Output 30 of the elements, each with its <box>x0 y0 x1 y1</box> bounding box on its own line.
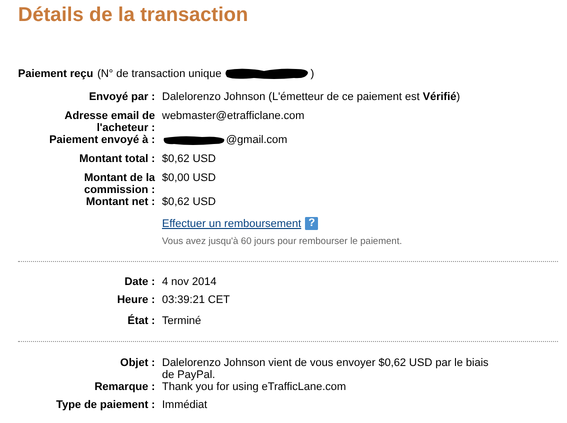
page-title: Détails de la transaction <box>18 3 250 28</box>
field-value: 4 nov 2014 <box>162 276 216 288</box>
field-value: 03:39:21 CET <box>162 294 230 306</box>
refund-link[interactable]: Effectuer un remboursement <box>162 218 302 230</box>
field-label: Heure : <box>116 294 155 306</box>
field-label: Date : <box>123 276 155 288</box>
field-label: Type de paiement : <box>55 399 155 411</box>
section-heading: Paiement reçu <box>18 67 94 81</box>
field-label: Remarque : <box>93 381 155 393</box>
field-label: Montant de la commission : <box>83 172 155 196</box>
field-label: Envoyé par : <box>88 91 155 103</box>
field-label: Objet : <box>119 357 155 371</box>
field-label: État : <box>126 315 155 327</box>
field-label: Adresse email de l'acheteur : <box>64 110 155 134</box>
field-value: webmaster@etrafficlane.com <box>162 110 304 122</box>
field-value: Immédiat <box>162 399 208 411</box>
refund-note: Vous avez jusqu'à 60 jours pour rembourser le paiement. <box>162 236 403 247</box>
transaction-id-label: (N° de transaction unique <box>97 67 222 81</box>
field-label: Montant total : <box>78 153 155 165</box>
field-value: $0,62 USD <box>162 153 216 165</box>
field-label: Paiement envoyé à : <box>48 134 155 146</box>
field-value: Dalelorenzo Johnson vient de vous envoyer $0,62 USD par le biais de PayPal. <box>162 357 490 381</box>
field-value: Terminé <box>162 315 202 327</box>
field-value: Dalelorenzo Johnson (L'émetteur de ce paiement est Vérifié) <box>162 91 460 103</box>
field-value: $0,00 USD <box>162 172 216 184</box>
field-value: Thank you for using eTrafficLane.com <box>162 381 346 393</box>
field-value: $0,62 USD <box>162 196 216 208</box>
parenthesis-text: ) <box>310 67 314 81</box>
field-value: @gmail.com <box>226 134 288 146</box>
field-label: Montant net : <box>84 196 155 208</box>
